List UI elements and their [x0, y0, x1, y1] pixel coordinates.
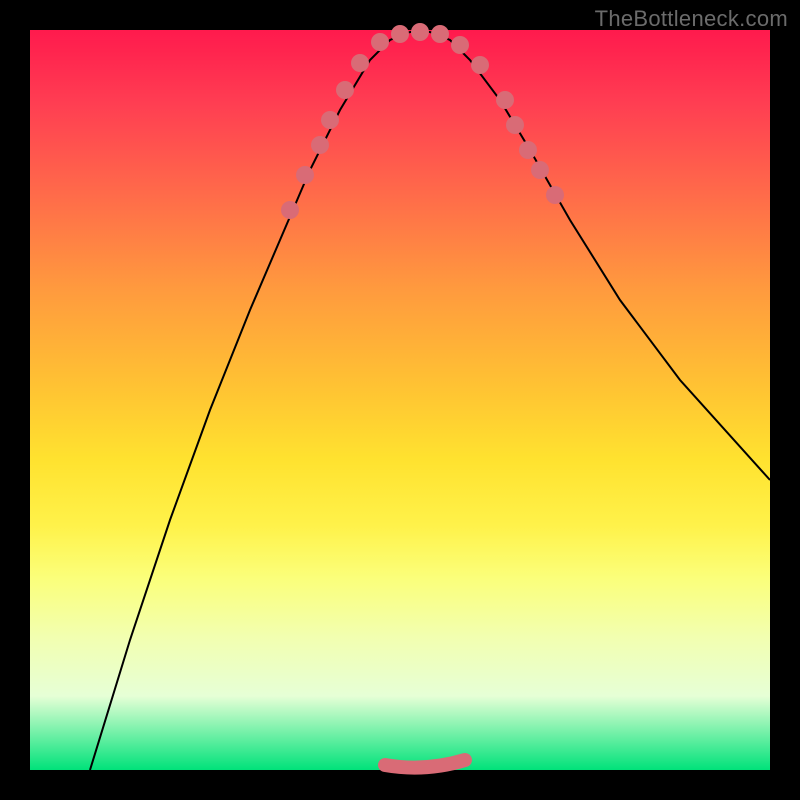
chart-svg [30, 30, 770, 770]
marker-group [281, 23, 564, 219]
curve-marker [506, 116, 524, 134]
curve-marker [471, 56, 489, 74]
curve-bottom-flat [385, 760, 465, 768]
curve-marker [519, 141, 537, 159]
curve-marker [351, 54, 369, 72]
curve-marker [281, 201, 299, 219]
curve-marker [411, 23, 429, 41]
curve-marker [451, 36, 469, 54]
curve-marker [321, 111, 339, 129]
curve-marker [496, 91, 514, 109]
curve-marker [546, 186, 564, 204]
watermark-text: TheBottleneck.com [595, 6, 788, 32]
curve-marker [531, 161, 549, 179]
chart-frame: TheBottleneck.com [0, 0, 800, 800]
curve-marker [336, 81, 354, 99]
curve-marker [311, 136, 329, 154]
curve-marker [391, 25, 409, 43]
curve-marker [431, 25, 449, 43]
curve-marker [371, 33, 389, 51]
curve-marker [296, 166, 314, 184]
bottleneck-curve [90, 32, 770, 770]
chart-plot-area [30, 30, 770, 770]
